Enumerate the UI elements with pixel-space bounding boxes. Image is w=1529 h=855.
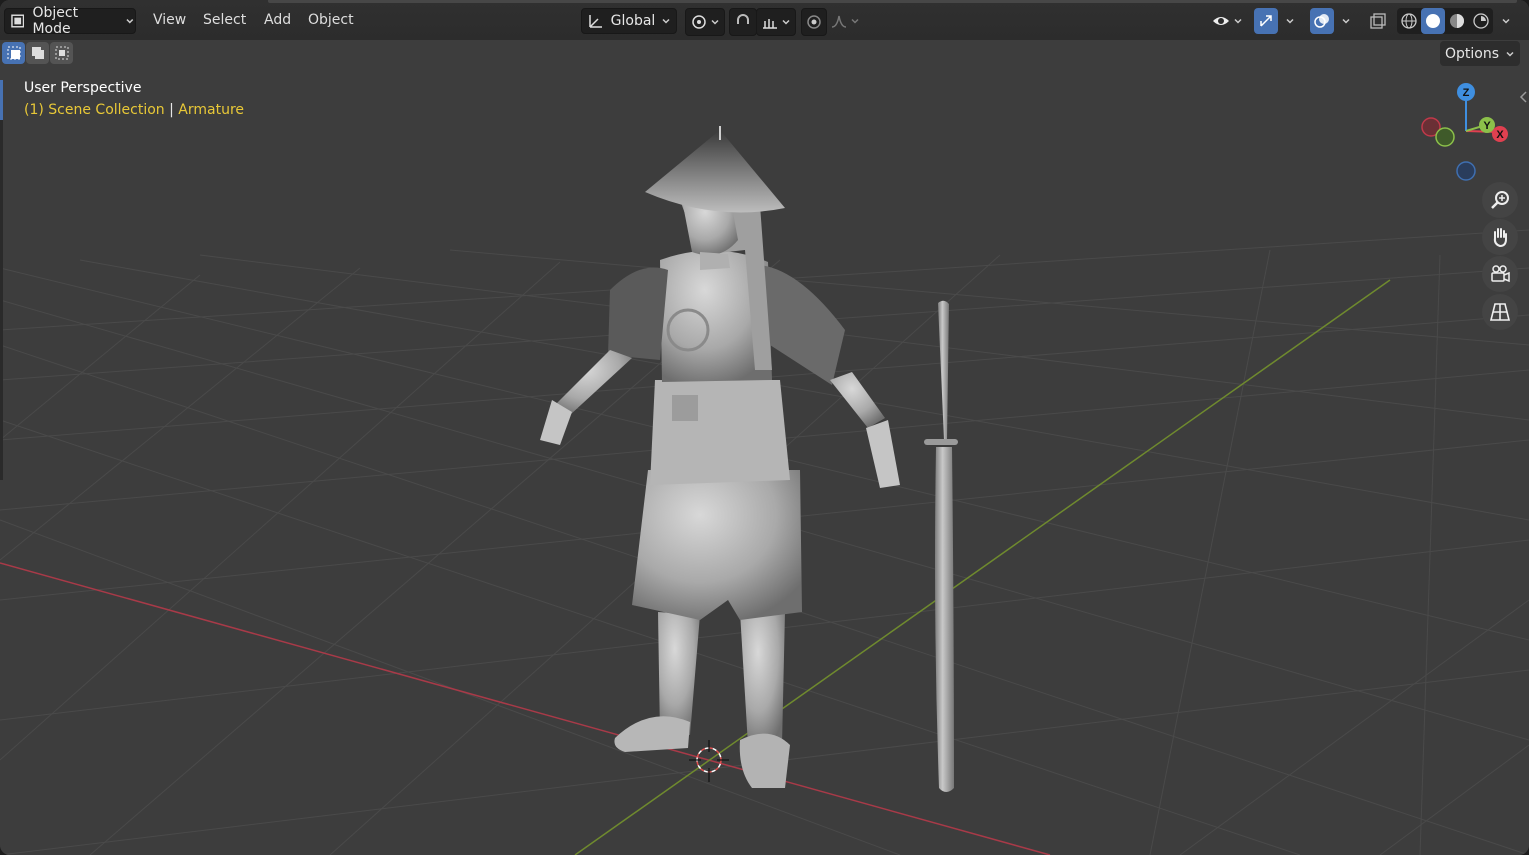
- header-top-highlight: [268, 0, 1517, 3]
- toolbar-edge[interactable]: [0, 80, 3, 480]
- select-extend-icon: [31, 47, 44, 59]
- shading-wireframe-button[interactable]: [1397, 8, 1421, 34]
- pan-hand-icon: [1493, 228, 1507, 248]
- chevron-down-icon: [711, 19, 719, 25]
- orientation-label: Global: [610, 13, 656, 29]
- material-shading-icon: [1450, 14, 1464, 28]
- zoom-icon: [1491, 191, 1509, 209]
- overlay-toggle-button[interactable]: [1310, 8, 1334, 34]
- select-subtract-icon: [55, 46, 68, 60]
- object-mode-icon: [11, 14, 25, 28]
- transform-orientation-icon: [588, 15, 602, 28]
- overlay-icon: [1314, 14, 1329, 28]
- viewport-text-info: User Perspective (1) Scene Collection | …: [24, 80, 244, 118]
- context-separator: |: [169, 102, 174, 118]
- mode-label: Object Mode: [32, 5, 79, 37]
- eye-visibility-icon: [1213, 17, 1229, 25]
- context-collection: (1) Scene Collection: [24, 102, 165, 118]
- overlay-dropdown[interactable]: [1336, 8, 1356, 34]
- chevron-down-icon: [126, 19, 134, 24]
- select-new-button[interactable]: [2, 42, 25, 64]
- gizmo-x-label: X: [1496, 129, 1504, 141]
- rendered-shading-icon: [1473, 13, 1489, 29]
- select-mode-group: [2, 42, 74, 64]
- view-name: User Perspective: [24, 80, 142, 96]
- falloff-button[interactable]: [826, 8, 864, 34]
- gizmo-y-label: Y: [1483, 120, 1491, 132]
- select-subtract-button[interactable]: [50, 42, 73, 64]
- blender-window: Z Y X Object Mode View Select Add Object…: [0, 0, 1529, 855]
- options-label: Options: [1444, 45, 1500, 62]
- snap-increment-icon: [763, 19, 777, 29]
- pan-button[interactable]: [1482, 219, 1518, 255]
- ortho-grid-icon: [1489, 303, 1511, 321]
- options-dropdown[interactable]: Options: [1440, 41, 1520, 66]
- snap-button[interactable]: [729, 8, 757, 36]
- chevron-down-icon: [1342, 18, 1350, 24]
- solid-shading-icon: [1426, 14, 1440, 28]
- orientation-dropdown[interactable]: Global: [581, 8, 677, 34]
- pivot-point-button[interactable]: [685, 8, 725, 36]
- menu-object[interactable]: Object: [308, 12, 354, 28]
- visibility-button[interactable]: [1207, 8, 1247, 34]
- context-info: (1) Scene Collection | Armature: [24, 102, 244, 118]
- chevron-down-icon: [1234, 18, 1242, 24]
- menu-view[interactable]: View: [153, 12, 186, 28]
- chevron-down-icon: [1502, 18, 1510, 24]
- snap-target-button[interactable]: [756, 8, 796, 36]
- chevron-down-icon: [851, 18, 859, 24]
- camera-view-button[interactable]: [1482, 256, 1518, 292]
- chevron-down-icon: [1286, 18, 1294, 24]
- gizmo-toggle-button[interactable]: [1254, 8, 1278, 34]
- ortho-toggle-button[interactable]: [1482, 294, 1518, 330]
- wireframe-shading-icon: [1401, 13, 1417, 29]
- select-new-icon: [7, 46, 20, 60]
- chevron-down-icon: [662, 18, 670, 24]
- xray-toggle-button[interactable]: [1366, 8, 1390, 34]
- gizmo-dropdown[interactable]: [1280, 8, 1300, 34]
- shading-dropdown[interactable]: [1496, 8, 1516, 34]
- shading-group: [1397, 8, 1493, 34]
- proportional-edit-icon: [807, 15, 821, 29]
- zoom-button[interactable]: [1482, 182, 1518, 218]
- camera-view-icon: [1491, 265, 1510, 283]
- xray-toggle-icon: [1370, 13, 1386, 29]
- 3d-viewport[interactable]: Z Y X: [0, 0, 1529, 855]
- falloff-curve-icon: [831, 15, 847, 28]
- gizmo-icon: [1260, 15, 1272, 27]
- shading-material-button[interactable]: [1445, 8, 1469, 34]
- menu-select[interactable]: Select: [203, 12, 246, 28]
- chevron-down-icon: [1506, 51, 1514, 57]
- chevron-down-icon: [782, 19, 790, 25]
- proportional-edit-button[interactable]: [801, 8, 827, 36]
- gizmo-z-label: Z: [1463, 87, 1470, 99]
- shading-solid-button[interactable]: [1421, 8, 1445, 34]
- select-extend-button[interactable]: [26, 42, 49, 64]
- context-object: Armature: [178, 102, 245, 118]
- menu-add[interactable]: Add: [264, 12, 291, 28]
- pivot-point-icon: [692, 15, 706, 29]
- shading-rendered-button[interactable]: [1469, 8, 1493, 34]
- viewport-header: Object Mode View Select Add Object Globa…: [0, 0, 1529, 40]
- snap-magnet-icon: [737, 14, 749, 24]
- mode-dropdown[interactable]: Object Mode: [4, 5, 136, 37]
